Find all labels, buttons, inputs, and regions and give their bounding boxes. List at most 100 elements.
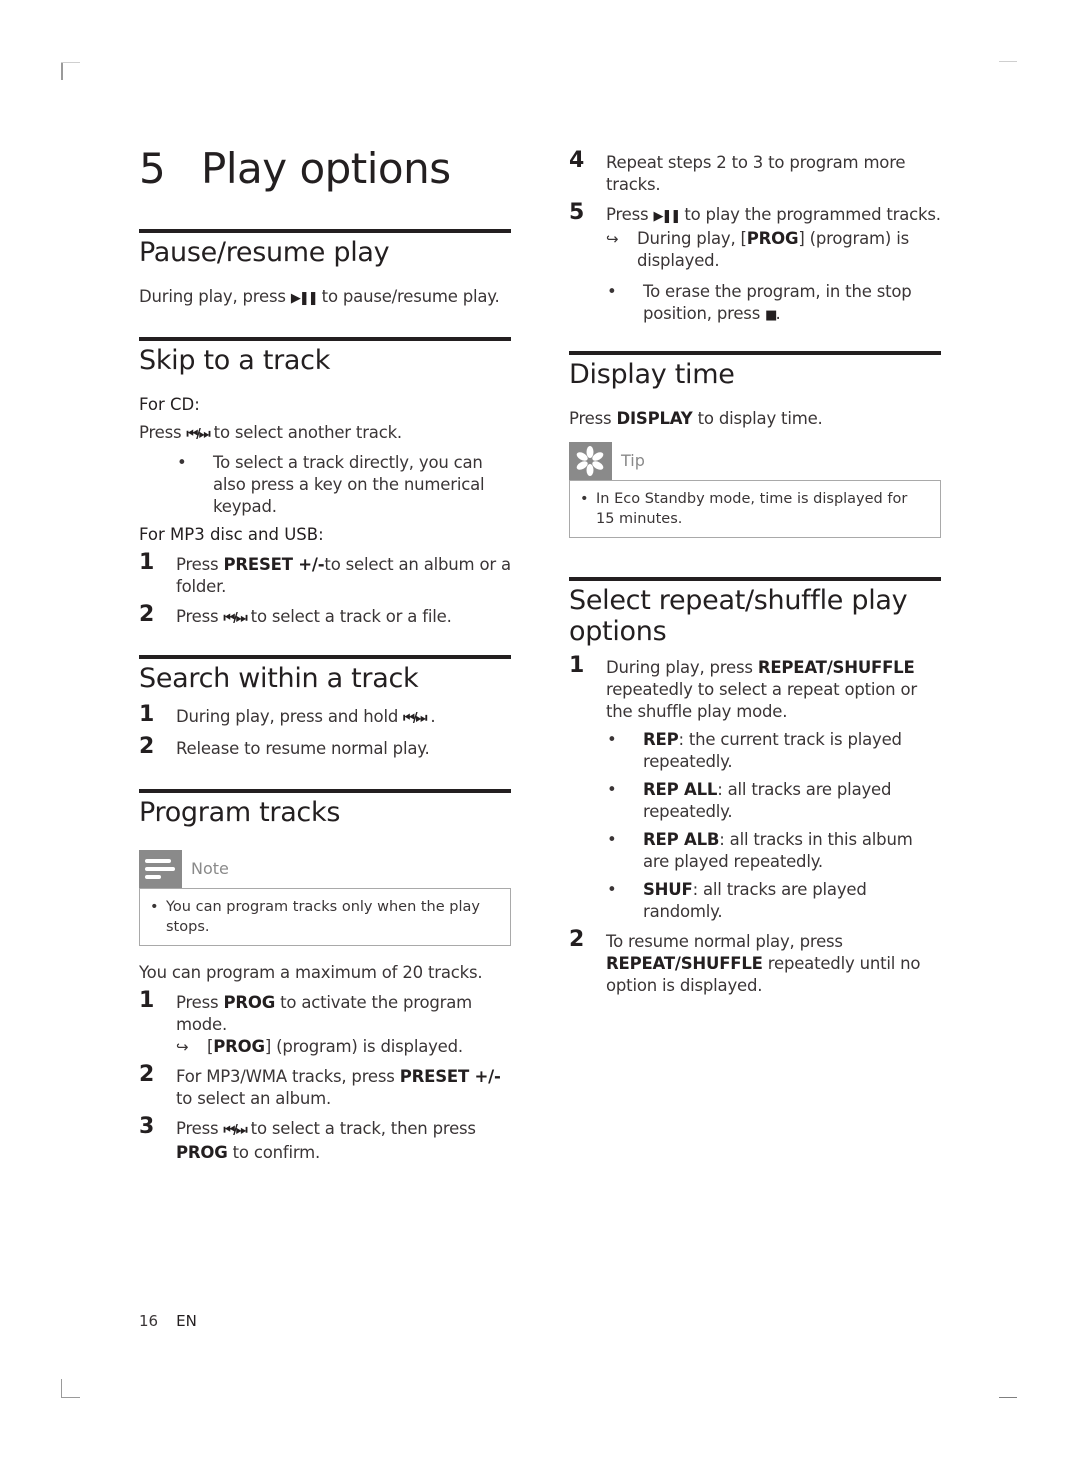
- text: Release to resume normal play.: [176, 739, 430, 758]
- text: During play, press: [606, 658, 758, 677]
- text: SHUF: [643, 880, 693, 899]
- list-item: 2 For MP3/WMA tracks, press PRESET +/- to…: [139, 1064, 511, 1110]
- page-footer: 16 EN: [139, 1312, 197, 1330]
- text: to confirm.: [227, 1143, 321, 1162]
- text: .: [425, 707, 436, 726]
- cd-instruction: Press ⏮/⏭ to select another track.: [139, 422, 511, 446]
- step-number: 2: [569, 927, 585, 952]
- list-item: • REP ALL: all tracks are played repeated…: [569, 779, 941, 823]
- text: In Eco Standby mode, time is displayed f…: [596, 491, 908, 527]
- text: PROG: [176, 1143, 228, 1162]
- text: Press: [176, 1119, 224, 1138]
- for-mp3-label: For MP3 disc and USB:: [139, 524, 511, 546]
- prev-next-icon: ⏮/⏭: [223, 1123, 247, 1138]
- step-number: 2: [139, 734, 155, 759]
- text: PROG: [223, 993, 276, 1012]
- list-item: 1 Press PRESET +/-to select an album or a…: [139, 552, 511, 598]
- note-box: • You can program tracks only when the pl…: [139, 888, 511, 946]
- list-item: 2 Press ⏮/⏭ to select a track or a file.: [139, 604, 511, 630]
- note-header: Note: [139, 850, 511, 888]
- text: REPEAT/SHUFFLE: [606, 954, 763, 973]
- step-number: 5: [569, 200, 585, 225]
- section-rule: [139, 655, 511, 659]
- step-number: 3: [139, 1114, 155, 1139]
- text: During play, press: [139, 287, 291, 306]
- list-item: 2 To resume normal play, press REPEAT/SHU…: [569, 927, 941, 997]
- tip-header: Tip: [569, 442, 941, 480]
- bullet-icon: •: [607, 730, 617, 749]
- result-line: ↪ [PROG] (program) is displayed.: [176, 1036, 511, 1058]
- crop-mark-bottom-left-h: [61, 1397, 80, 1398]
- crop-mark-bottom-right-h: [999, 1397, 1017, 1398]
- list-item: 5 Press ▶❚❚ to play the programmed tracks…: [569, 200, 941, 272]
- program-intro: You can program a maximum of 20 tracks.: [139, 963, 483, 982]
- list-item: • REP: the current track is played repeat…: [569, 729, 941, 773]
- section-display-time: Display time Press DISPLAY to display ti…: [569, 351, 941, 538]
- section-pause-resume: Pause/resume play During play, press ▶❚❚…: [139, 229, 511, 310]
- text: During play, [: [637, 229, 747, 248]
- text: to play the programmed tracks.: [679, 205, 941, 224]
- text: During play, press and hold: [176, 707, 404, 726]
- text: : the current track is played repeatedly…: [643, 730, 902, 771]
- section-heading: Pause/resume play: [139, 237, 390, 268]
- result-arrow-icon: ↪: [606, 230, 619, 248]
- result-arrow-icon: ↪: [176, 1038, 189, 1056]
- text: PRESET +/-: [223, 555, 325, 574]
- text: disc and: [204, 525, 285, 544]
- text: USB: [284, 525, 319, 544]
- tip-label: Tip: [621, 451, 645, 470]
- section-heading: Search within a track: [139, 663, 419, 694]
- text: Press: [176, 555, 224, 574]
- bullet-icon: •: [607, 830, 617, 849]
- section-heading: Select repeat/shuffle play options: [569, 585, 908, 647]
- play-pause-icon: ▶❚❚: [290, 291, 319, 306]
- step-number: 1: [569, 653, 585, 678]
- page-number: 16: [139, 1312, 159, 1330]
- text: PRESET +/-: [399, 1067, 501, 1086]
- text: ] (program) is displayed.: [264, 1037, 463, 1056]
- list-item: • SHUF: all tracks are played randomly.: [569, 879, 941, 923]
- text: to select another track.: [208, 423, 403, 442]
- chapter-title-text: Play options: [201, 144, 451, 193]
- tip-box: • In Eco Standby mode, time is displayed …: [569, 480, 941, 538]
- section-repeat-shuffle: Select repeat/shuffle play options 1 Duri…: [569, 577, 941, 997]
- text: to select a track or a file.: [245, 607, 452, 626]
- bullet-icon: •: [607, 780, 617, 799]
- prev-next-icon: ⏮/⏭: [223, 611, 247, 626]
- text: Press: [176, 993, 224, 1012]
- section-program-continued: 4 Repeat steps 2 to 3 to program more tra…: [569, 150, 941, 327]
- text: For MP3/WMA tracks, press: [176, 1067, 400, 1086]
- text: For: [139, 525, 171, 544]
- list-item: 4 Repeat steps 2 to 3 to program more tra…: [569, 150, 941, 196]
- chapter-number: 5: [139, 144, 166, 193]
- list-item: 1 During play, press REPEAT/SHUFFLE repea…: [569, 653, 941, 723]
- text: PROG: [746, 229, 799, 248]
- crop-mark-bottom-left-v: [61, 1379, 62, 1398]
- tip-item: • In Eco Standby mode, time is displayed …: [580, 489, 930, 529]
- prev-next-icon: ⏮/⏭: [186, 427, 210, 442]
- pause-text: During play, press ▶❚❚ to pause/resume p…: [139, 286, 511, 310]
- section-heading: Skip to a track: [139, 345, 331, 376]
- prev-next-icon: ⏮/⏭: [403, 711, 427, 726]
- text: :: [318, 525, 324, 544]
- text: Press: [176, 607, 224, 626]
- section-program-tracks: Program tracks Note • You can program tra…: [139, 789, 511, 1164]
- text: Press: [606, 205, 654, 224]
- bullet-icon: •: [607, 880, 617, 899]
- text: PROG: [213, 1037, 265, 1056]
- erase-bullet: • To erase the program, in the stop posit…: [569, 281, 941, 327]
- text: repeatedly to select a repeat option or …: [606, 680, 917, 721]
- bullet-icon: •: [580, 491, 589, 507]
- section-rule: [139, 337, 511, 341]
- list-item: • REP ALB: all tracks in this album are p…: [569, 829, 941, 873]
- text: Press: [139, 423, 187, 442]
- crop-mark-top-left-v: [61, 62, 63, 80]
- list-item: 2 Release to resume normal play.: [139, 734, 511, 760]
- result-line: ↪ During play, [PROG] (program) is displa…: [606, 228, 941, 272]
- text: To select a track directly, you can also…: [213, 453, 485, 516]
- text: Repeat steps 2 to 3 to program more trac…: [606, 153, 906, 194]
- section-rule: [569, 577, 941, 581]
- text: .: [775, 304, 781, 323]
- list-item: 1 Press PROG to activate the program mode…: [139, 990, 511, 1058]
- text: REPEAT/SHUFFLE: [757, 658, 915, 677]
